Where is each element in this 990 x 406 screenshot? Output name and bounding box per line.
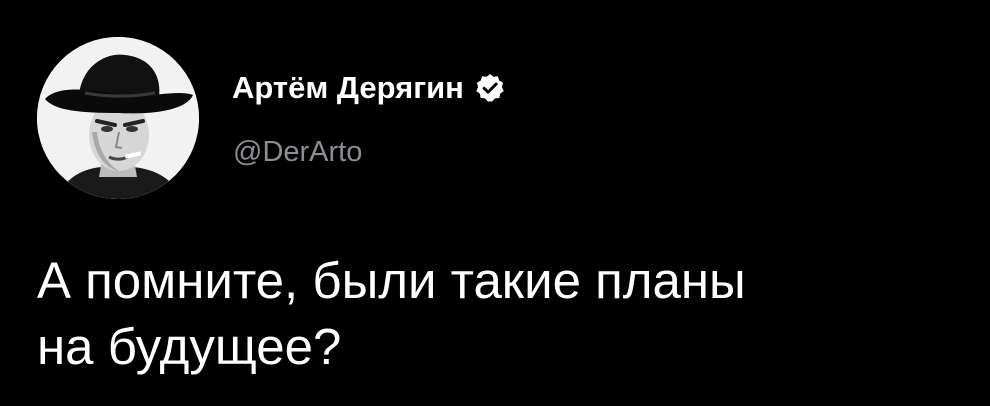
tweet-card: Артём Дерягин @DerArto А помните, были т… <box>0 0 990 406</box>
avatar-photo-icon <box>37 37 199 199</box>
verified-badge-icon <box>476 74 504 102</box>
author-name-row: Артём Дерягин <box>232 68 506 108</box>
tweet-text: А помните, были такие планы на будущее? <box>37 252 746 375</box>
user-avatar[interactable] <box>37 37 199 199</box>
author-display-name[interactable]: Артём Дерягин <box>232 70 464 106</box>
author-handle[interactable]: @DerArto <box>233 136 362 169</box>
